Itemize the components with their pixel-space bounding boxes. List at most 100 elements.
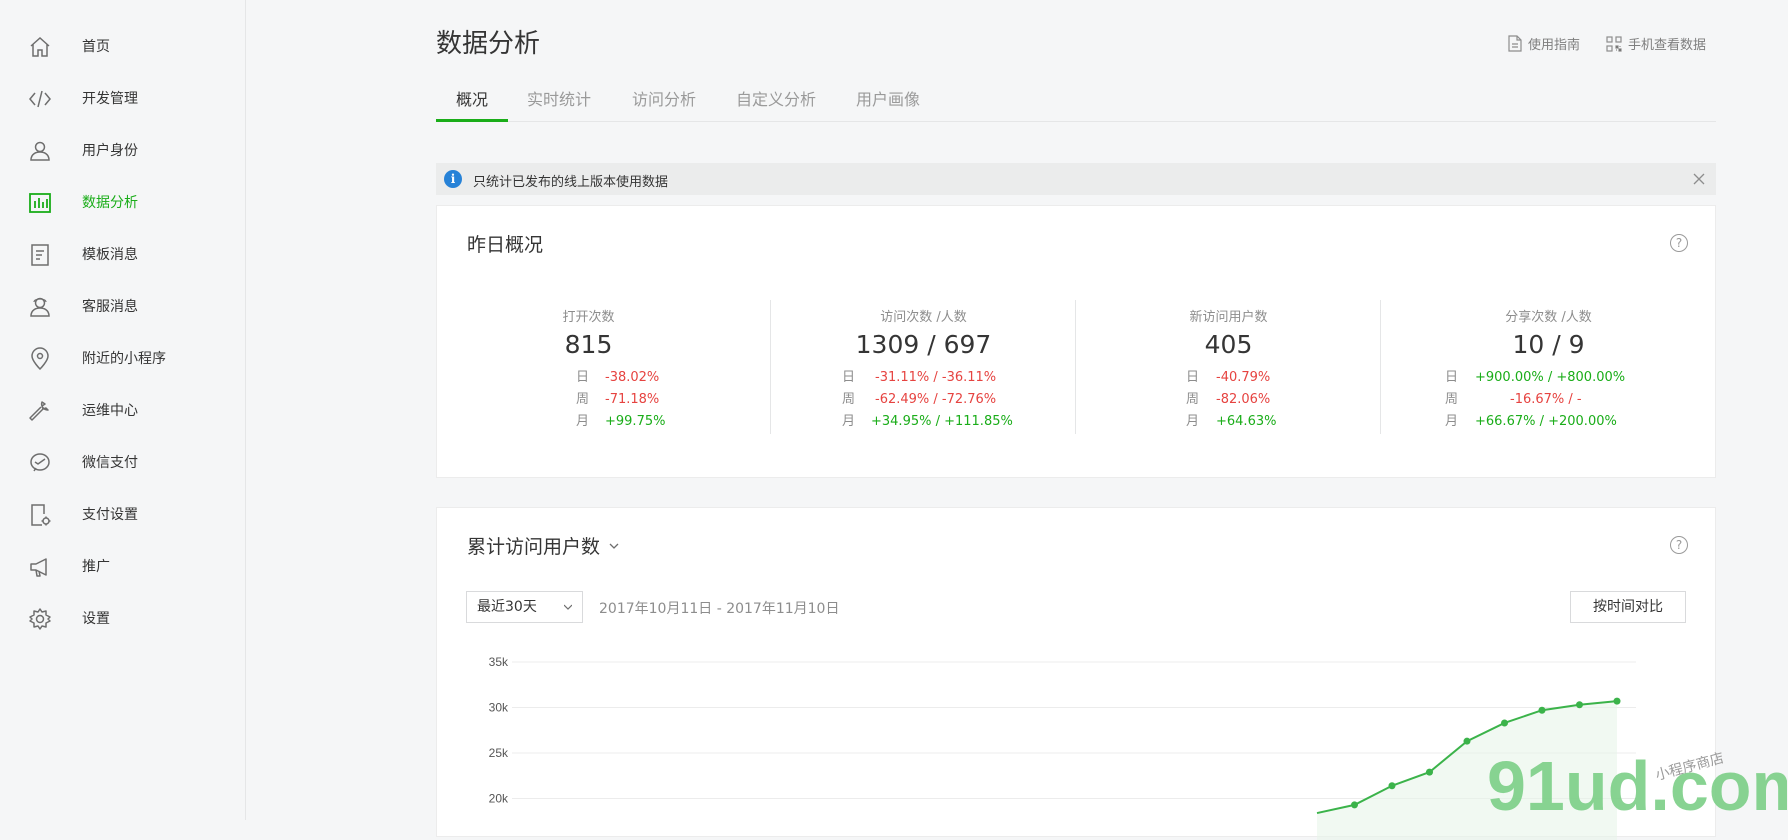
metric-value: 10 / 9 bbox=[1512, 330, 1585, 359]
mobile-view-link[interactable]: 手机查看数据 bbox=[1606, 34, 1706, 53]
sidebar-item-template-message[interactable]: 模板消息 bbox=[0, 235, 246, 275]
tab-active-indicator bbox=[436, 119, 508, 122]
y-tick-label: 30k bbox=[489, 701, 509, 715]
help-icon[interactable]: ? bbox=[1670, 536, 1688, 554]
page-title: 数据分析 bbox=[436, 29, 541, 59]
sidebar-item-nearby-miniprogram[interactable]: 附近的小程序 bbox=[0, 339, 246, 379]
help-icon[interactable]: ? bbox=[1670, 234, 1688, 252]
sidebar-item-payment-settings[interactable]: 支付设置 bbox=[0, 495, 246, 535]
customer-service-icon bbox=[30, 297, 50, 317]
metric-row-key: 周 bbox=[1186, 392, 1200, 407]
watermark-text: 91ud.com bbox=[1487, 747, 1787, 820]
sidebar-item-label: 设置 bbox=[82, 611, 110, 627]
location-pin-icon bbox=[31, 347, 49, 371]
metric-row-value: -62.49% / -72.76% bbox=[875, 392, 997, 407]
document-icon bbox=[31, 244, 49, 266]
metric-row-value: -71.18% bbox=[605, 392, 660, 407]
tab-visit-analysis[interactable]: 访问分析 bbox=[632, 90, 696, 110]
data-point[interactable] bbox=[1576, 701, 1583, 709]
tab-custom-analysis[interactable]: 自定义分析 bbox=[736, 90, 816, 110]
sidebar-item-label: 首页 bbox=[82, 39, 110, 55]
metric-row-value: +900.00% / +800.00% bbox=[1475, 370, 1626, 385]
sidebar-item-customer-service[interactable]: 客服消息 bbox=[0, 287, 246, 327]
sidebar-item-label: 微信支付 bbox=[82, 455, 138, 471]
info-icon: i bbox=[444, 170, 462, 188]
notice-bar: i 只统计已发布的线上版本使用数据 bbox=[436, 163, 1716, 195]
sidebar-item-label: 模板消息 bbox=[82, 247, 138, 263]
sidebar-item-promotion[interactable]: 推广 bbox=[0, 547, 246, 587]
metric-row-value: -31.11% / -36.11% bbox=[875, 370, 997, 385]
metric-row-key: 月 bbox=[842, 414, 856, 429]
data-point[interactable] bbox=[1388, 782, 1396, 790]
sidebar-item-data-analysis[interactable]: 数据分析 bbox=[0, 183, 246, 223]
metric-row-value: -40.79% bbox=[1216, 370, 1271, 385]
metric-row-key: 日 bbox=[842, 370, 856, 385]
data-point[interactable] bbox=[1501, 719, 1508, 727]
data-point[interactable] bbox=[1463, 737, 1471, 745]
sidebar-item-label: 开发管理 bbox=[82, 91, 138, 107]
data-point[interactable] bbox=[1538, 706, 1546, 714]
metric-value: 815 bbox=[564, 330, 613, 359]
sidebar-item-home[interactable]: 首页 bbox=[0, 27, 246, 67]
data-point[interactable] bbox=[1426, 768, 1433, 776]
sidebar-item-settings[interactable]: 设置 bbox=[0, 599, 246, 639]
sidebar-item-dev-management[interactable]: 开发管理 bbox=[0, 79, 246, 119]
sidebar-item-label: 用户身份 bbox=[82, 143, 138, 159]
metric-row-key: 月 bbox=[1445, 414, 1459, 429]
sidebar-item-label: 支付设置 bbox=[82, 507, 138, 523]
cumulative-title-dropdown[interactable]: 累计访问用户数 bbox=[467, 532, 620, 559]
metric-row-key: 周 bbox=[1445, 392, 1459, 407]
sidebar-item-label: 推广 bbox=[82, 559, 110, 575]
metric-new-users: 新访问用户数 405 日 -40.79% 周 -82.06% 月 +64.63% bbox=[1076, 300, 1381, 434]
metric-value: 1309 / 697 bbox=[855, 330, 992, 359]
sidebar-item-label: 附近的小程序 bbox=[82, 351, 166, 367]
notice-text: 只统计已发布的线上版本使用数据 bbox=[473, 175, 669, 190]
metric-label: 分享次数 /人数 bbox=[1505, 310, 1592, 325]
wechat-pay-icon bbox=[30, 453, 50, 472]
wrench-icon bbox=[29, 401, 49, 421]
metric-row-key: 日 bbox=[1186, 370, 1200, 385]
metric-label: 打开次数 bbox=[562, 310, 615, 325]
tab-realtime[interactable]: 实时统计 bbox=[527, 90, 591, 110]
y-tick-label: 20k bbox=[489, 792, 509, 806]
main-content: 数据分析 使用指南 手机查看数据 概况 实时统计 访问分析 自定义分析 用户画像… bbox=[436, 0, 1716, 840]
metric-row-value: +99.75% bbox=[605, 414, 666, 429]
y-tick-label: 25k bbox=[489, 746, 509, 760]
document-icon bbox=[1508, 35, 1522, 52]
metric-row-value: +66.67% / +200.00% bbox=[1475, 414, 1617, 429]
metric-row-value: +34.95% / +111.85% bbox=[871, 414, 1013, 429]
tab-overview[interactable]: 概况 bbox=[456, 90, 488, 110]
sidebar-item-label: 运维中心 bbox=[82, 403, 138, 419]
close-icon[interactable] bbox=[1690, 170, 1708, 188]
megaphone-icon bbox=[30, 558, 47, 577]
sidebar-item-wechat-pay[interactable]: 微信支付 bbox=[0, 443, 246, 483]
home-icon bbox=[30, 36, 50, 57]
metric-visits-users: 访问次数 /人数 1309 / 697 日 -31.11% / -36.11% 周… bbox=[771, 300, 1076, 434]
tab-bar: 概况 实时统计 访问分析 自定义分析 用户画像 bbox=[436, 82, 1716, 122]
metric-row-value: +64.63% bbox=[1216, 414, 1277, 429]
metric-row-value: -82.06% bbox=[1216, 392, 1271, 407]
metric-value: 405 bbox=[1204, 330, 1253, 359]
tab-user-portrait[interactable]: 用户画像 bbox=[856, 90, 920, 110]
mobile-view-link-label: 手机查看数据 bbox=[1628, 38, 1707, 53]
compare-by-time-button[interactable]: 按时间对比 bbox=[1570, 591, 1686, 623]
chevron-down-icon bbox=[564, 604, 572, 610]
data-point[interactable] bbox=[1613, 697, 1621, 705]
sidebar: 首页 开发管理 用户身份 数据分析 模板消息 客服消息 附近的小程序 运维中心 … bbox=[0, 0, 246, 820]
metric-label: 新访问用户数 bbox=[1189, 310, 1268, 325]
metric-row-key: 日 bbox=[1445, 370, 1459, 385]
data-point[interactable] bbox=[1351, 801, 1358, 809]
cumulative-title: 累计访问用户数 bbox=[467, 536, 601, 558]
date-range: 2017年10月11日 - 2017年11月10日 bbox=[599, 601, 840, 617]
metric-shares: 分享次数 /人数 10 / 9 日 +900.00% / +800.00% 周 -1… bbox=[1381, 300, 1716, 434]
sidebar-item-user-identity[interactable]: 用户身份 bbox=[0, 131, 246, 171]
metric-row-key: 周 bbox=[576, 392, 590, 407]
metric-row-value: -38.02% bbox=[605, 370, 660, 385]
gear-icon bbox=[29, 608, 51, 630]
metric-row-key: 周 bbox=[842, 392, 856, 407]
metric-open-count: 打开次数 815 日 -38.02% 周 -71.18% 月 +99.75% bbox=[436, 300, 741, 434]
sidebar-item-ops-center[interactable]: 运维中心 bbox=[0, 391, 246, 431]
qr-code-icon bbox=[1606, 35, 1622, 52]
guide-link[interactable]: 使用指南 bbox=[1508, 34, 1580, 53]
period-select[interactable]: 最近30天 bbox=[466, 591, 583, 623]
